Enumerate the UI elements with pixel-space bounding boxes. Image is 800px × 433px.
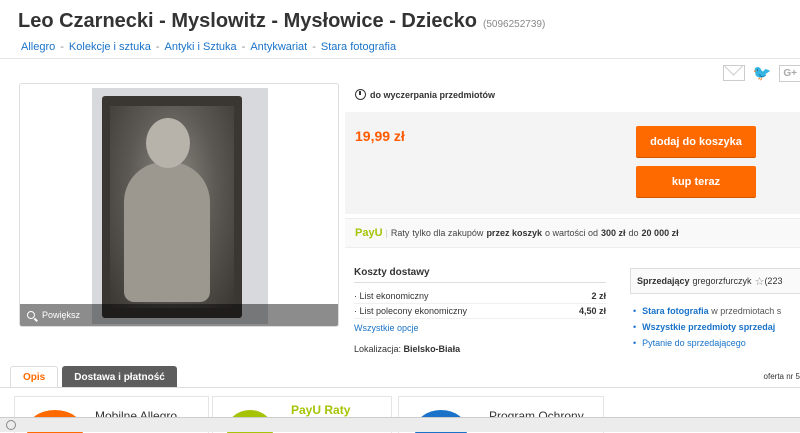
tab-description[interactable]: Opis [10,366,59,388]
title-text: Leo Czarnecki - Myslowitz - Mysłowice - … [18,10,478,32]
buy-now-button[interactable]: kup teraz [636,166,756,197]
status-icon [6,420,16,430]
browser-status-bar [0,417,800,432]
breadcrumb-item[interactable]: Allegro [21,41,55,53]
shipping-row: · List ekonomiczny 2 zł [354,289,606,304]
price: 19,99 zł [355,128,405,144]
location: Lokalizacja: Bielsko-Biała [354,344,461,354]
product-photo[interactable] [92,88,268,324]
zoom-button[interactable]: Powiększ [20,304,338,326]
clock-icon [355,89,366,100]
breadcrumb: Allegro - Kolekcje i sztuka - Antyki i Sztuk… [21,41,397,53]
header-divider [0,58,800,59]
shipping-row: · List polecony ekonomiczny 4,50 zł [354,304,606,319]
shipping-heading: Koszty dostawy [354,267,606,283]
seller-rating[interactable]: (223 [764,276,782,286]
tab-bar: Opis Dostawa i płatność [10,366,177,388]
breadcrumb-item[interactable]: Antyki i Sztuka [165,41,237,53]
image-gallery[interactable]: Powiększ [19,83,339,327]
seller-link[interactable]: Wszystkie przedmioty sprzedaj [633,319,781,335]
breadcrumb-item[interactable]: Stara fotografia [321,41,396,53]
quantity-text: do wyczerpania przedmiotów [370,89,496,100]
magnifier-icon [27,311,35,319]
payu-installments: PayU | Raty tylko dla zakupów przez kosz… [345,218,800,248]
zoom-label: Powiększ [42,310,81,320]
add-to-cart-button[interactable]: dodaj do koszyka [636,126,756,157]
gplus-icon[interactable]: G+ [779,64,800,82]
seller-links: Stara fotografia w przedmiotach s Wszyst… [633,303,781,351]
photo-card [102,96,242,318]
offer-number: oferta nr 5 [763,372,800,381]
shipping-costs: Koszty dostawy · List ekonomiczny 2 zł ·… [354,267,606,333]
child-figure [124,162,210,302]
tab-divider [0,387,800,388]
share-bar: 🐦 G+ [722,64,800,82]
all-shipping-options-link[interactable]: Wszystkie opcje [354,323,606,333]
seller-name[interactable]: gregorzfurczyk [693,276,752,286]
breadcrumb-item[interactable]: Antykwariat [250,41,307,53]
quantity-info: do wyczerpania przedmiotów [355,89,495,100]
child-head [146,118,190,168]
seller-link[interactable]: Stara fotografia w przedmiotach s [633,303,781,319]
seller-label: Sprzedający [637,276,690,286]
twitter-icon[interactable]: 🐦 [753,64,772,82]
mail-icon[interactable] [722,65,745,81]
breadcrumb-item[interactable]: Kolekcje i sztuka [69,41,151,53]
star-icon: ☆ [754,275,765,288]
seller-link[interactable]: Pytanie do sprzedającego [633,335,781,351]
offer-id: (5096252739) [483,19,546,30]
seller-box: Sprzedający gregorzfurczyk ☆ (223 [630,268,800,294]
page-title: Leo Czarnecki - Myslowitz - Mysłowice - … [18,10,545,33]
payu-logo: PayU [355,227,383,239]
tab-shipping-payment[interactable]: Dostawa i płatność [62,366,177,388]
